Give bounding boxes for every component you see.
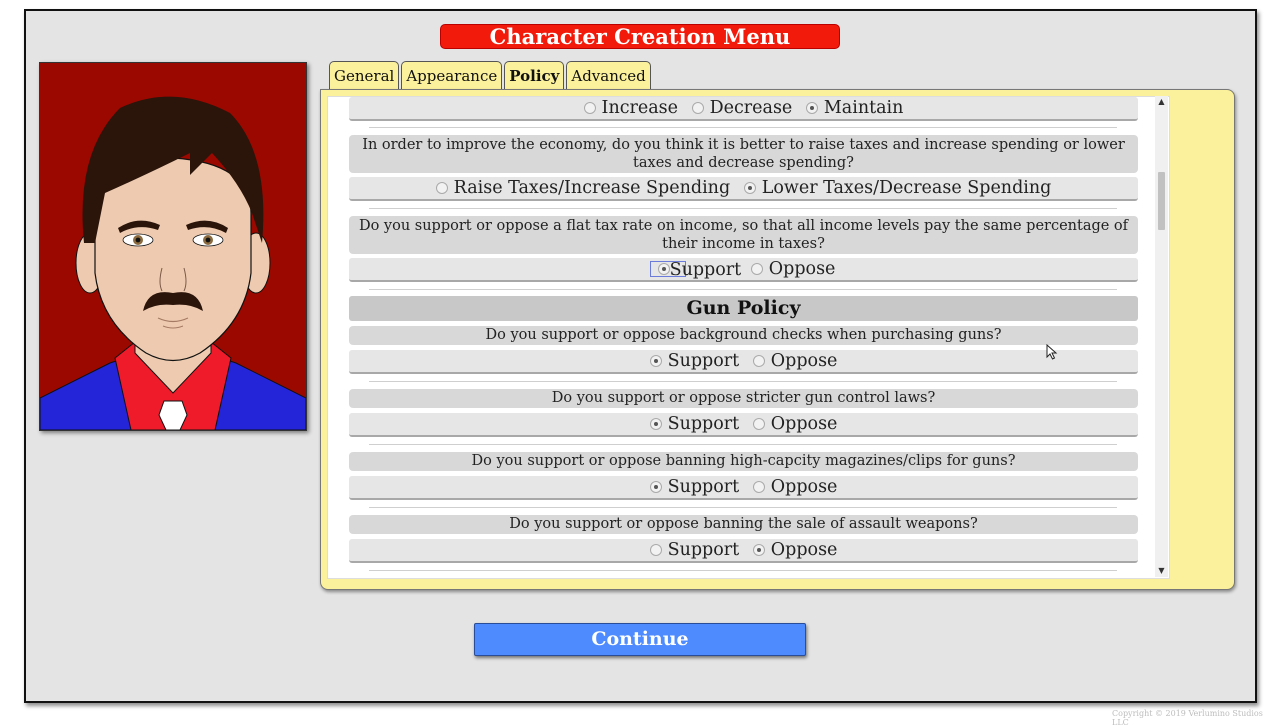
tab-appearance[interactable]: Appearance [401,61,503,90]
policy-scroll-area: Increase Decrease Maintain In order to i… [327,96,1170,579]
radio-button[interactable] [649,544,662,556]
option-maintain[interactable]: Maintain [805,97,904,119]
vertical-scrollbar[interactable]: ▲ ▼ [1155,96,1168,577]
answer-row: Support Oppose [349,539,1138,563]
mouse-cursor-icon [1046,344,1058,360]
radio-button-selected[interactable] [657,263,670,275]
answer-row: Support Oppose [349,413,1138,437]
radio-button-selected[interactable] [649,418,662,430]
option-lower-taxes[interactable]: Lower Taxes/Decrease Spending [743,177,1052,199]
option-label: Support [667,540,740,560]
radio-button[interactable] [583,102,596,114]
scroll-up-arrow-icon[interactable]: ▲ [1155,96,1168,108]
option-label: Decrease [709,98,793,118]
option-label: Support [667,351,740,371]
option-oppose[interactable]: Oppose [750,258,836,280]
tab-policy[interactable]: Policy [504,61,565,91]
radio-button[interactable] [752,418,765,430]
question-background-checks: Do you support or oppose background chec… [349,326,1138,345]
option-oppose[interactable]: Oppose [752,350,838,372]
question-assault-weapons: Do you support or oppose banning the sal… [349,515,1138,534]
option-support[interactable]: Support [649,539,740,561]
answer-row: Increase Decrease Maintain [349,97,1138,121]
radio-button-selected[interactable] [649,355,662,367]
option-label: Oppose [770,351,838,371]
option-label: Oppose [770,414,838,434]
tab-bar: General Appearance Policy Advanced [329,61,651,91]
option-oppose[interactable]: Oppose [752,476,838,498]
character-portrait [39,62,307,431]
copyright-text: Copyright © 2019 Verlumino Studios LLC [1112,709,1263,727]
answer-row: Raise Taxes/Increase Spending Lower Taxe… [349,177,1138,201]
character-face-illustration [40,63,306,430]
radio-button[interactable] [752,355,765,367]
option-support[interactable]: Support [649,350,740,372]
option-label: Raise Taxes/Increase Spending [453,178,731,198]
scroll-down-arrow-icon[interactable]: ▼ [1155,565,1168,577]
scrollbar-thumb[interactable] [1158,172,1165,230]
question-gun-control-laws: Do you support or oppose stricter gun co… [349,389,1138,408]
divider [369,127,1117,128]
question-taxes-spending: In order to improve the economy, do you … [349,135,1138,173]
tab-advanced[interactable]: Advanced [566,61,651,90]
option-label: Lower Taxes/Decrease Spending [761,178,1052,198]
divider [369,381,1117,382]
option-label: Support [667,477,740,497]
option-raise-taxes[interactable]: Raise Taxes/Increase Spending [435,177,731,199]
option-label: Oppose [768,259,836,279]
divider [369,507,1117,508]
option-label: Maintain [823,98,904,118]
radio-button[interactable] [752,481,765,493]
divider [369,570,1117,571]
continue-button[interactable]: Continue [474,623,806,656]
section-header-gun-policy: Gun Policy [349,296,1138,321]
radio-button-selected[interactable] [805,102,818,114]
option-label: Oppose [770,540,838,560]
option-label: Increase [601,98,679,118]
radio-button-selected[interactable] [752,544,765,556]
divider [369,444,1117,445]
radio-button[interactable] [435,182,448,194]
answer-row: Support Oppose [349,476,1138,500]
radio-button[interactable] [750,263,763,275]
option-oppose[interactable]: Oppose [752,413,838,435]
divider [369,289,1117,290]
answer-row: Support Oppose [349,258,1138,282]
question-high-capacity-magazines: Do you support or oppose banning high-ca… [349,452,1138,471]
radio-button-selected[interactable] [649,481,662,493]
radio-button[interactable] [691,102,704,114]
option-oppose[interactable]: Oppose [752,539,838,561]
answer-row: Support Oppose [349,350,1138,374]
divider [369,208,1117,209]
option-decrease[interactable]: Decrease [691,97,793,119]
page-title: Character Creation Menu [440,24,840,49]
option-support[interactable]: Support [649,476,740,498]
question-flat-tax: Do you support or oppose a flat tax rate… [349,216,1138,254]
option-label: Oppose [770,477,838,497]
option-label: Support [669,260,742,280]
option-increase[interactable]: Increase [583,97,679,119]
option-support[interactable]: Support [649,413,740,435]
tab-general[interactable]: General [329,61,400,90]
radio-button-selected[interactable] [743,182,756,194]
option-label: Support [667,414,740,434]
